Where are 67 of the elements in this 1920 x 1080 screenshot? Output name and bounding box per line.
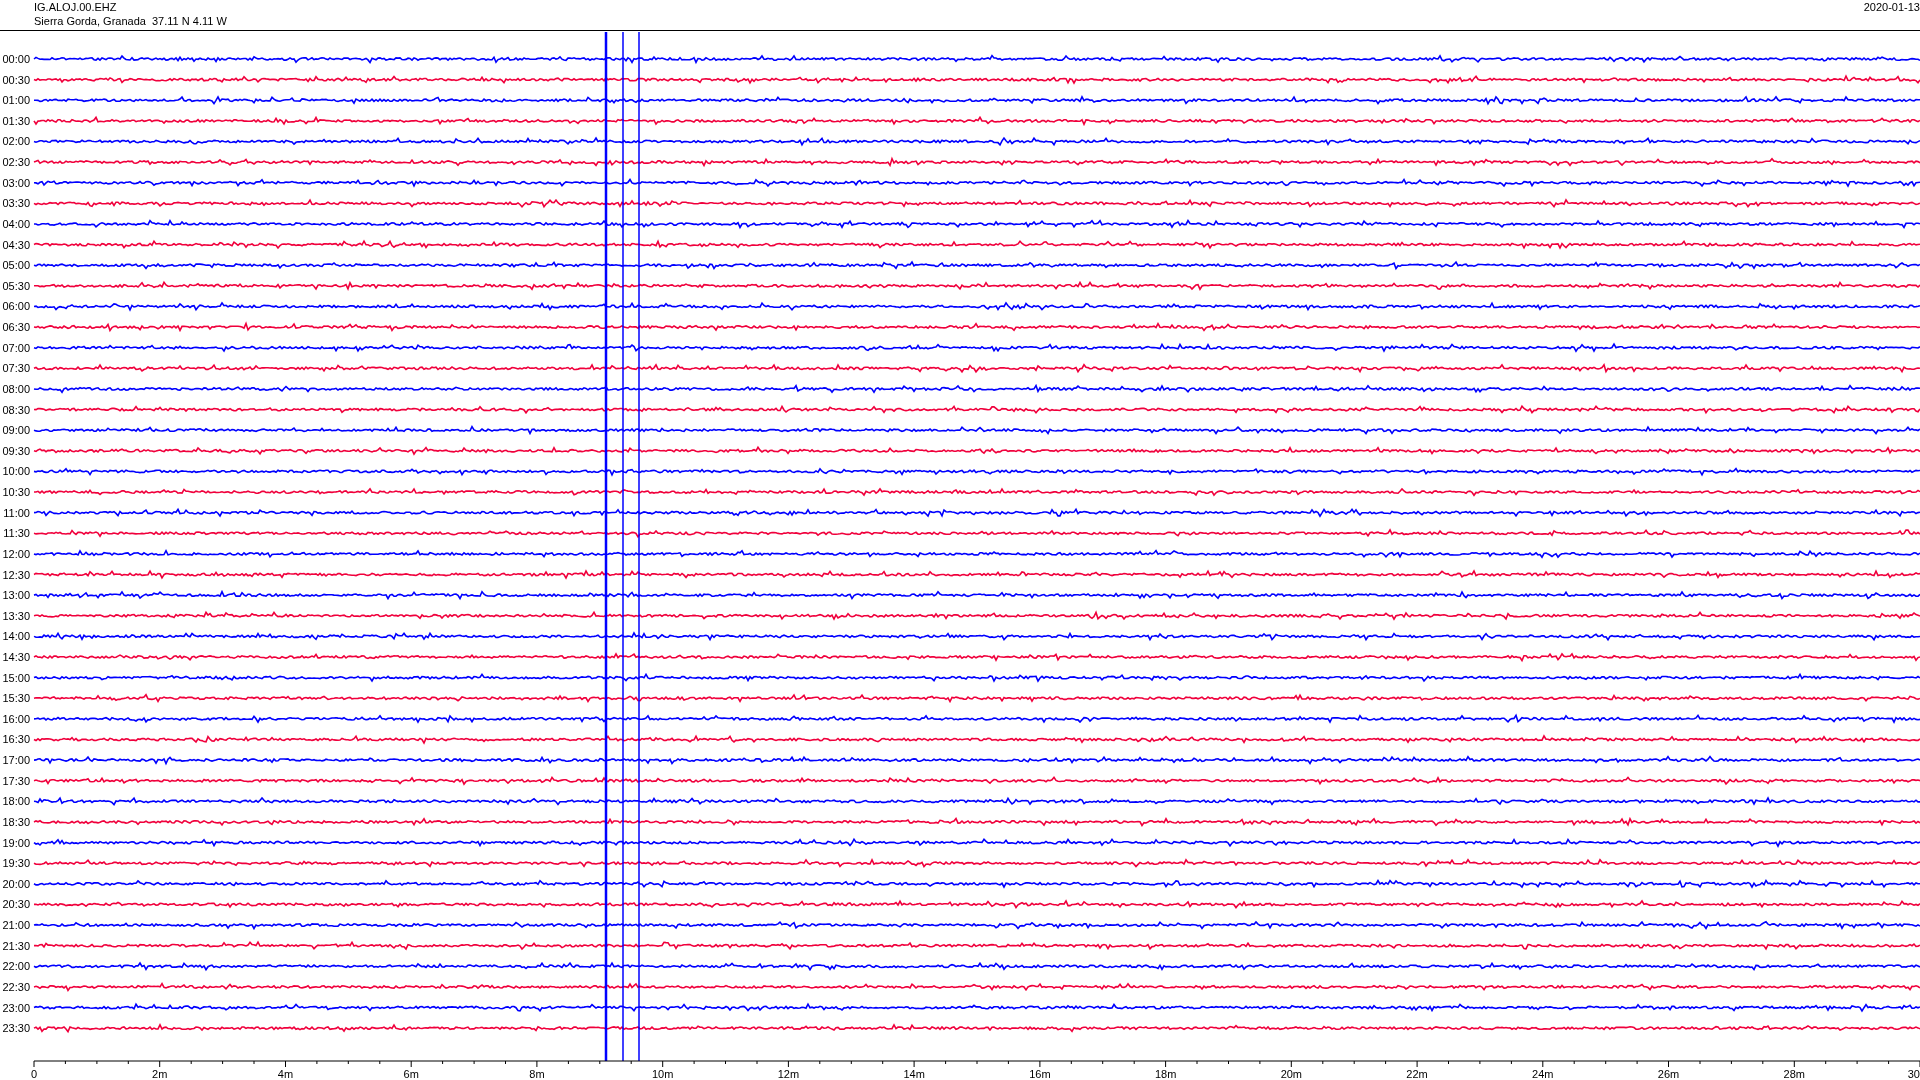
time-label: 10:00 (2, 465, 30, 478)
station-code: IG.ALOJ.00.EHZ (34, 0, 118, 14)
axis-tick-label: 4m (277, 1068, 294, 1080)
axis-tick-label: 12m (777, 1068, 800, 1080)
time-label: 16:30 (2, 733, 30, 746)
time-label: 07:00 (2, 341, 30, 354)
time-label: 04:00 (2, 217, 30, 230)
axis-tick-label: 30 (1907, 1068, 1920, 1080)
time-label: 08:00 (2, 382, 30, 395)
time-label: 18:00 (2, 795, 30, 808)
time-label: 13:30 (2, 609, 30, 622)
time-label: 22:00 (2, 960, 30, 973)
time-label: 20:30 (2, 898, 30, 911)
time-label: 11:00 (3, 506, 30, 519)
time-label: 10:30 (2, 486, 30, 498)
time-label: 17:00 (2, 754, 30, 767)
axis-tick-label: 6m (403, 1068, 419, 1080)
axis-tick-label: 26m (1657, 1068, 1680, 1080)
time-label: 12:00 (2, 547, 30, 560)
axis-tick-label: 28m (1783, 1068, 1805, 1080)
axis-tick-label: 8m (529, 1068, 545, 1080)
time-label: 09:30 (2, 444, 30, 457)
time-label: 09:00 (2, 424, 30, 437)
time-label: 01:00 (2, 94, 30, 107)
axis-tick-label: 14m (903, 1068, 925, 1080)
time-label: 16:00 (2, 712, 30, 725)
time-label: 22:30 (2, 980, 30, 993)
time-label: 05:00 (2, 259, 30, 272)
time-label: 21:30 (2, 939, 30, 952)
station-location: Sierra Gorda, Granada 37.11 N 4.11 W (34, 14, 227, 28)
time-label: 18:30 (2, 815, 30, 828)
time-label: 03:00 (2, 176, 30, 189)
time-label: 14:30 (2, 651, 30, 663)
axis-tick-label: 0 (30, 1068, 38, 1080)
axis-tick-label: 10m (651, 1068, 674, 1080)
time-label: 08:30 (2, 403, 30, 416)
time-label: 05:30 (2, 279, 30, 292)
time-label: 06:30 (2, 321, 30, 334)
time-label: 23:30 (2, 1022, 30, 1035)
time-label: 03:30 (2, 197, 30, 210)
time-label: 21:00 (2, 919, 30, 932)
time-label: 14:00 (2, 630, 30, 643)
axis-tick-label: 16m (1029, 1068, 1051, 1080)
time-label: 02:00 (2, 135, 30, 148)
time-label: 15:00 (2, 671, 30, 684)
time-label: 04:30 (2, 238, 30, 251)
time-label: 00:30 (2, 73, 30, 86)
axis-tick-label: 24m (1532, 1068, 1554, 1080)
time-label: 13:00 (2, 589, 30, 602)
time-label: 19:00 (2, 836, 30, 849)
time-label: 00:00 (2, 53, 30, 65)
time-label: 19:30 (2, 857, 30, 870)
time-label: 02:30 (2, 156, 30, 169)
time-label: 23:00 (2, 1001, 30, 1014)
plot-date: 2020-01-13 (1863, 0, 1920, 14)
time-label: 06:00 (2, 300, 30, 313)
time-label: 12:30 (2, 568, 30, 581)
time-label: 01:30 (2, 114, 30, 127)
time-label: 20:00 (2, 877, 30, 890)
time-label: 15:30 (2, 692, 30, 705)
time-label: 17:30 (2, 774, 30, 787)
axis-tick-label: 18m (1154, 1068, 1177, 1080)
axis-tick-label: 22m (1406, 1068, 1428, 1080)
time-label: 07:30 (2, 362, 30, 375)
axis-tick-label: 20m (1280, 1068, 1303, 1080)
axis-tick-label: 2m (152, 1068, 168, 1080)
time-label: 11:30 (3, 527, 30, 540)
